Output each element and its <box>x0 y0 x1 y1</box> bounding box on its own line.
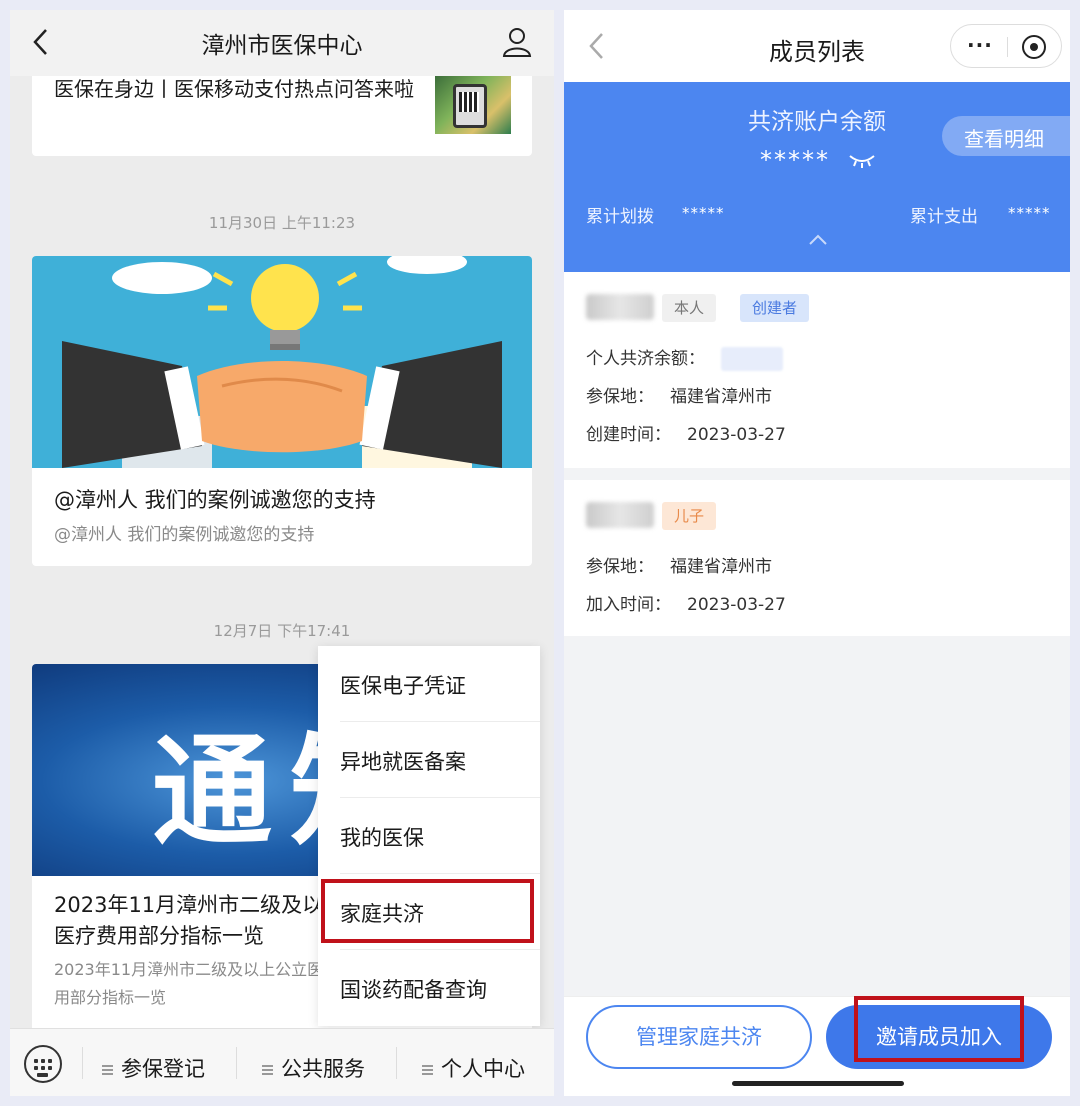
handshake-illustration <box>32 256 532 468</box>
menu-lines-icon <box>422 1063 433 1077</box>
article-card-mobile-payment[interactable]: 医保在身边丨医保移动支付热点问答来啦 <box>32 76 532 156</box>
mini-program-capsule: ··· <box>950 24 1062 68</box>
tag-creator: 创建者 <box>740 294 810 322</box>
view-details-button[interactable]: 查看明细 <box>942 116 1070 156</box>
allocated-value: ***** <box>682 204 725 222</box>
message-timestamp: 12月7日 下午17:41 <box>213 622 351 640</box>
menu-item-offsite-medical-filing[interactable]: 异地就医备案 <box>318 722 540 798</box>
member-name-blurred <box>586 294 654 320</box>
menu-lines-icon <box>262 1063 273 1077</box>
article-title: 医保在身边丨医保移动支付热点问答来啦 <box>54 77 414 101</box>
balance-amount: ***** <box>760 146 830 174</box>
manage-family-aid-button[interactable]: 管理家庭共济 <box>586 1005 812 1069</box>
menu-item-my-insurance[interactable]: 我的医保 <box>318 798 540 874</box>
bottom-action-bar: 管理家庭共济 邀请成员加入 <box>564 996 1070 1096</box>
member-card-son[interactable]: 儿子 参保地： 福建省漳州市 加入时间： 2023-03-27 <box>564 480 1070 636</box>
tag-son: 儿子 <box>662 502 717 530</box>
eye-closed-icon[interactable] <box>848 152 876 168</box>
service-popup-menu: 医保电子凭证 异地就医备案 我的医保 家庭共济 国谈药配备查询 <box>318 646 540 1026</box>
account-bottom-menu: 参保登记 公共服务 个人中心 <box>10 1028 554 1096</box>
menu-tab-public-services[interactable]: 公共服务 <box>262 1053 365 1083</box>
notice-image-text: 通 <box>152 721 272 862</box>
menu-item-insurance-e-voucher[interactable]: 医保电子凭证 <box>318 646 540 722</box>
member-field-joined: 加入时间： 2023-03-27 <box>586 595 786 615</box>
member-name-blurred <box>586 502 654 528</box>
member-field-created: 创建时间： 2023-03-27 <box>586 425 786 445</box>
member-list-pane: 成员列表 ··· 共济账户余额 ***** 查看明细 累计划拨 ***** 累计… <box>564 10 1070 1096</box>
article-thumbnail <box>435 76 511 134</box>
balance-value-hidden <box>721 347 783 371</box>
article-card-case-support[interactable]: @漳州人 我们的案例诚邀您的支持 @漳州人 我们的案例诚邀您的支持 <box>32 256 532 566</box>
highlight-box-invite <box>854 996 1024 1062</box>
keyboard-toggle-icon[interactable] <box>24 1045 62 1083</box>
more-options-icon[interactable]: ··· <box>967 33 993 57</box>
menu-tab-personal-center[interactable]: 个人中心 <box>422 1053 525 1083</box>
close-mini-program-icon[interactable] <box>1021 34 1047 60</box>
account-title: 漳州市医保中心 <box>201 33 363 59</box>
message-timestamp: 11月30日 上午11:23 <box>208 214 356 232</box>
home-indicator <box>732 1081 904 1086</box>
account-header: 漳州市医保中心 <box>10 10 554 76</box>
menu-lines-icon <box>102 1063 113 1077</box>
member-card-self[interactable]: 本人 创建者 个人共济余额： 参保地： 福建省漳州市 创建时间： 2023-03-2… <box>564 272 1070 468</box>
article-subtitle: @漳州人 我们的案例诚邀您的支持 <box>54 525 315 545</box>
member-field-balance: 个人共济余额： <box>586 344 783 371</box>
mini-program-header: 成员列表 ··· <box>564 10 1070 82</box>
allocated-label: 累计划拨 <box>586 207 654 227</box>
highlight-box-family-mutual-aid <box>321 879 534 943</box>
mutual-aid-balance-card: 共济账户余额 ***** 查看明细 累计划拨 ***** 累计支出 ***** <box>564 82 1070 272</box>
user-profile-icon[interactable] <box>502 26 532 58</box>
spent-value: ***** <box>1008 204 1051 222</box>
chevron-up-icon[interactable] <box>808 232 828 246</box>
menu-item-national-drug-query[interactable]: 国谈药配备查询 <box>318 950 540 1026</box>
article-title: @漳州人 我们的案例诚邀您的支持 <box>54 488 376 512</box>
wechat-official-account-pane: 漳州市医保中心 医保在身边丨医保移动支付热点问答来啦 11月30日 上午11:2… <box>10 10 554 1096</box>
member-field-location: 参保地： 福建省漳州市 <box>586 387 772 407</box>
menu-tab-insurance-registration[interactable]: 参保登记 <box>102 1053 205 1083</box>
tag-self: 本人 <box>662 294 717 322</box>
member-field-location: 参保地： 福建省漳州市 <box>586 557 772 577</box>
spent-label: 累计支出 <box>910 207 978 227</box>
